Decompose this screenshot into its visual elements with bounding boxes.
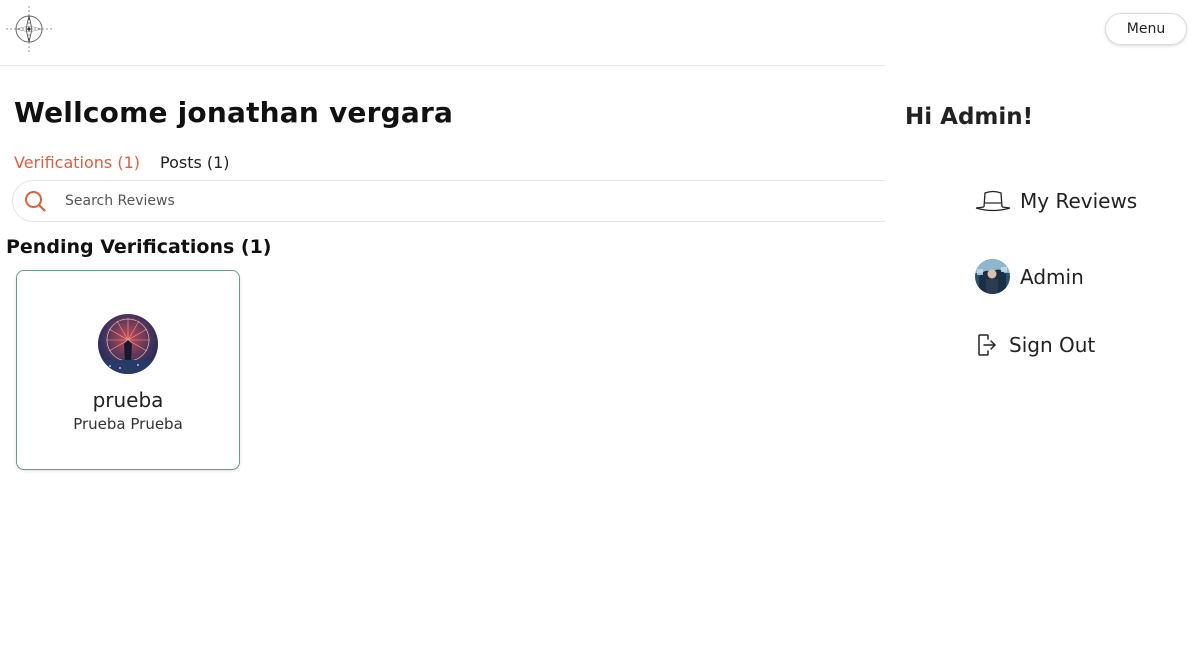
nav-item-my-reviews[interactable]: My Reviews [975, 186, 1137, 216]
search-bar [12, 180, 902, 222]
nav-item-sign-out[interactable]: Sign Out [975, 331, 1095, 359]
side-menu: Menu Hi Admin! My Reviews Admin Sign Out [885, 0, 1195, 664]
tabs: Verifications (1) Posts (1) [14, 153, 230, 172]
greeting: Hi Admin! [905, 104, 1034, 130]
page-title: Wellcome jonathan vergara [14, 96, 454, 129]
search-icon[interactable] [23, 189, 47, 213]
ferris-wheel-avatar [98, 314, 158, 374]
search-input[interactable] [63, 192, 663, 210]
nav-item-admin[interactable]: Admin [975, 259, 1084, 294]
nav-item-label: My Reviews [1020, 189, 1138, 213]
nav-item-label: Sign Out [1009, 333, 1096, 357]
sign-out-icon [975, 331, 999, 359]
top-bar [0, 0, 885, 66]
hat-icon [975, 186, 1011, 216]
nav-item-label: Admin [1020, 264, 1084, 289]
menu-button[interactable]: Menu [1105, 13, 1187, 45]
main-content: Wellcome jonathan vergara Verifications … [0, 66, 902, 664]
tab-posts[interactable]: Posts (1) [160, 153, 230, 172]
verification-card[interactable]: prueba Prueba Prueba [16, 270, 240, 470]
compass-logo-icon[interactable] [4, 4, 54, 54]
card-subtitle: Prueba Prueba [73, 415, 183, 433]
tab-verifications[interactable]: Verifications (1) [14, 153, 140, 172]
section-title: Pending Verifications (1) [6, 236, 272, 258]
admin-avatar [975, 259, 1010, 294]
card-name: prueba [92, 388, 164, 412]
